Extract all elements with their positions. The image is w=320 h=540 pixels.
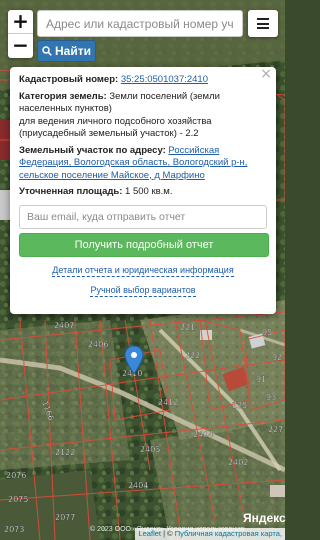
- parcel-label: 222: [185, 351, 200, 360]
- get-report-button[interactable]: Получить подробный отчет: [19, 232, 269, 257]
- parcel-label: 2122: [55, 448, 75, 457]
- parcel-label: 2404: [128, 481, 148, 490]
- zoom-in-button[interactable]: +: [8, 10, 33, 34]
- parcel-label: 2077: [55, 513, 75, 522]
- parcel-label: 2076: [6, 471, 26, 480]
- report-details-link[interactable]: Детали отчета и юридическая информация: [52, 264, 234, 277]
- hamburger-icon: [257, 18, 269, 20]
- category-row: Категория земель: Земли поселений (земли…: [19, 91, 267, 141]
- usage-value: для ведения личного подсобного хозяйства…: [19, 115, 212, 140]
- parcel-label: 2412: [158, 398, 178, 407]
- map-attribution: Leaflet | © Публичная кадастровая карта,: [135, 528, 285, 540]
- manual-selection-link[interactable]: Ручной выбор вариантов: [90, 284, 196, 297]
- area-value: 1 500 кв.м.: [125, 186, 173, 197]
- parcel-label: 2073: [4, 525, 24, 534]
- parcel-label: 2075: [8, 495, 28, 504]
- close-icon[interactable]: ×: [260, 67, 272, 80]
- address-label: Земельный участок по адресу:: [19, 144, 166, 156]
- hamburger-icon: [257, 27, 269, 29]
- cadastral-number-link[interactable]: 35:25:0501037:2410: [121, 74, 208, 85]
- parcel-label: 225: [232, 401, 247, 410]
- search-icon: [42, 46, 52, 56]
- parcel-label: 91: [256, 375, 266, 384]
- hamburger-icon: [257, 22, 269, 25]
- yandex-logo: Яндекс: [243, 511, 286, 525]
- cadastral-label: Кадастровый номер:: [19, 74, 119, 85]
- find-button-label: Найти: [55, 44, 91, 58]
- cadastral-map-link[interactable]: Публичная кадастровая карта,: [175, 529, 282, 538]
- menu-button[interactable]: [248, 10, 278, 37]
- search-input[interactable]: [37, 10, 243, 37]
- zoom-out-button[interactable]: −: [8, 34, 33, 58]
- parcel-label: 2405: [140, 445, 160, 454]
- find-button[interactable]: Найти: [37, 40, 96, 62]
- parcel-label: 93: [266, 393, 276, 402]
- address-row: Земельный участок по адресу: Российская …: [19, 145, 267, 183]
- parcel-label: 221: [180, 323, 195, 332]
- parcel-label: 2402: [228, 458, 248, 467]
- category-label: Категория земель:: [19, 90, 107, 102]
- popup-links: Детали отчета и юридическая информация Р…: [19, 264, 267, 297]
- zoom-control: + −: [8, 10, 33, 58]
- parcel-label: 2407: [54, 321, 74, 330]
- email-field[interactable]: [19, 204, 267, 229]
- area-label: Уточненная площадь:: [19, 186, 123, 197]
- parcel-info-popup: × Кадастровый номер: 35:25:0501037:2410 …: [10, 67, 276, 314]
- attribution-separator: | ©: [161, 529, 175, 538]
- parcel-label: 2406: [88, 340, 108, 349]
- parcel-label: 95: [262, 328, 272, 337]
- parcel-label: 227: [268, 425, 283, 434]
- area-row: Уточненная площадь: 1 500 кв.м.: [19, 186, 267, 199]
- parcel-label: 2404: [193, 430, 213, 439]
- cadastral-row: Кадастровый номер: 35:25:0501037:2410: [19, 74, 267, 87]
- parcel-label: 92: [272, 353, 282, 362]
- leaflet-link[interactable]: Leaflet: [138, 529, 161, 538]
